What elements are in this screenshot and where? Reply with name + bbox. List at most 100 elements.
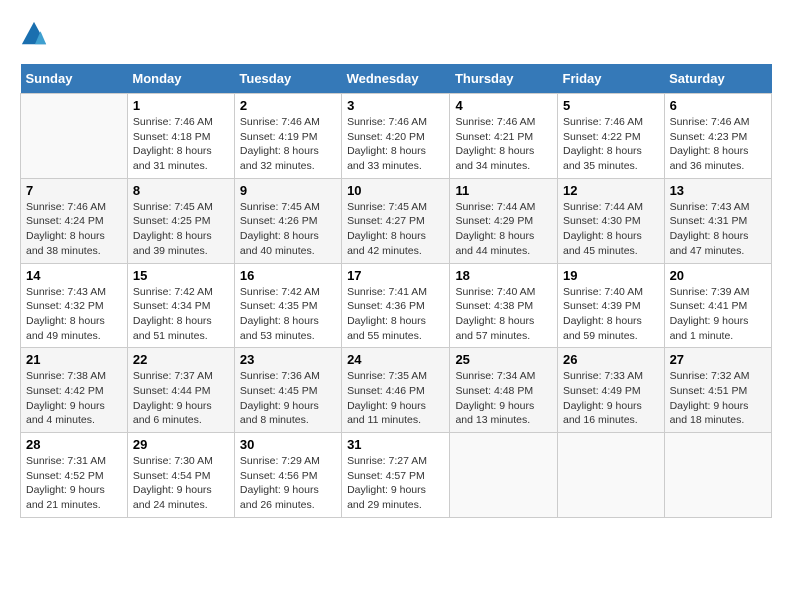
calendar-cell: 8 Sunrise: 7:45 AM Sunset: 4:25 PM Daylig… [127, 178, 234, 263]
calendar-cell: 3 Sunrise: 7:46 AM Sunset: 4:20 PM Daylig… [342, 94, 450, 179]
day-number: 26 [563, 352, 659, 367]
day-number: 1 [133, 98, 229, 113]
calendar-cell: 31Sunrise: 7:27 AM Sunset: 4:57 PM Dayli… [342, 433, 450, 518]
calendar-week-row: 14 Sunrise: 7:43 AM Sunset: 4:32 PM Dayli… [21, 263, 772, 348]
day-number: 3 [347, 98, 444, 113]
day-number: 5 [563, 98, 659, 113]
day-info: Sunrise: 7:31 AM Sunset: 4:52 PM Dayligh… [26, 454, 122, 513]
column-header-monday: Monday [127, 64, 234, 94]
day-number: 17 [347, 268, 444, 283]
calendar-cell: 23 Sunrise: 7:36 AM Sunset: 4:45 PM Dayli… [234, 348, 341, 433]
calendar-cell: 2 Sunrise: 7:46 AM Sunset: 4:19 PM Daylig… [234, 94, 341, 179]
day-info: Sunrise: 7:27 AM Sunset: 4:57 PM Dayligh… [347, 454, 444, 513]
day-number: 30 [240, 437, 336, 452]
day-number: 29 [133, 437, 229, 452]
calendar-cell: 27Sunrise: 7:32 AM Sunset: 4:51 PM Dayli… [664, 348, 771, 433]
day-info: Sunrise: 7:35 AM Sunset: 4:46 PM Dayligh… [347, 369, 444, 428]
calendar-cell [450, 433, 558, 518]
day-number: 18 [455, 268, 552, 283]
calendar-cell: 18 Sunrise: 7:40 AM Sunset: 4:38 PM Dayli… [450, 263, 558, 348]
day-info: Sunrise: 7:44 AM Sunset: 4:29 PM Dayligh… [455, 200, 552, 259]
day-number: 9 [240, 183, 336, 198]
calendar-cell: 21 Sunrise: 7:38 AM Sunset: 4:42 PM Dayli… [21, 348, 128, 433]
page-header [20, 20, 772, 48]
day-number: 14 [26, 268, 122, 283]
calendar-cell: 12 Sunrise: 7:44 AM Sunset: 4:30 PM Dayli… [558, 178, 665, 263]
day-number: 19 [563, 268, 659, 283]
day-info: Sunrise: 7:45 AM Sunset: 4:26 PM Dayligh… [240, 200, 336, 259]
day-info: Sunrise: 7:46 AM Sunset: 4:24 PM Dayligh… [26, 200, 122, 259]
day-info: Sunrise: 7:39 AM Sunset: 4:41 PM Dayligh… [670, 285, 766, 344]
day-number: 20 [670, 268, 766, 283]
day-number: 12 [563, 183, 659, 198]
calendar-cell: 17 Sunrise: 7:41 AM Sunset: 4:36 PM Dayli… [342, 263, 450, 348]
calendar-cell: 19 Sunrise: 7:40 AM Sunset: 4:39 PM Dayli… [558, 263, 665, 348]
calendar-cell [664, 433, 771, 518]
calendar-week-row: 7 Sunrise: 7:46 AM Sunset: 4:24 PM Daylig… [21, 178, 772, 263]
calendar-cell: 20 Sunrise: 7:39 AM Sunset: 4:41 PM Dayli… [664, 263, 771, 348]
day-number: 13 [670, 183, 766, 198]
logo-icon [20, 20, 48, 48]
calendar-cell: 29 Sunrise: 7:30 AM Sunset: 4:54 PM Dayli… [127, 433, 234, 518]
calendar-cell: 25 Sunrise: 7:34 AM Sunset: 4:48 PM Dayli… [450, 348, 558, 433]
calendar-week-row: 28Sunrise: 7:31 AM Sunset: 4:52 PM Dayli… [21, 433, 772, 518]
column-header-tuesday: Tuesday [234, 64, 341, 94]
day-number: 23 [240, 352, 336, 367]
day-number: 2 [240, 98, 336, 113]
day-info: Sunrise: 7:40 AM Sunset: 4:39 PM Dayligh… [563, 285, 659, 344]
day-info: Sunrise: 7:46 AM Sunset: 4:20 PM Dayligh… [347, 115, 444, 174]
day-info: Sunrise: 7:34 AM Sunset: 4:48 PM Dayligh… [455, 369, 552, 428]
calendar-cell: 14 Sunrise: 7:43 AM Sunset: 4:32 PM Dayli… [21, 263, 128, 348]
day-number: 25 [455, 352, 552, 367]
day-info: Sunrise: 7:46 AM Sunset: 4:19 PM Dayligh… [240, 115, 336, 174]
column-header-thursday: Thursday [450, 64, 558, 94]
calendar-week-row: 1 Sunrise: 7:46 AM Sunset: 4:18 PM Daylig… [21, 94, 772, 179]
day-number: 8 [133, 183, 229, 198]
calendar-header-row: SundayMondayTuesdayWednesdayThursdayFrid… [21, 64, 772, 94]
day-number: 11 [455, 183, 552, 198]
column-header-saturday: Saturday [664, 64, 771, 94]
column-header-friday: Friday [558, 64, 665, 94]
day-info: Sunrise: 7:43 AM Sunset: 4:32 PM Dayligh… [26, 285, 122, 344]
day-number: 16 [240, 268, 336, 283]
day-number: 15 [133, 268, 229, 283]
day-info: Sunrise: 7:44 AM Sunset: 4:30 PM Dayligh… [563, 200, 659, 259]
column-header-wednesday: Wednesday [342, 64, 450, 94]
day-info: Sunrise: 7:37 AM Sunset: 4:44 PM Dayligh… [133, 369, 229, 428]
calendar-cell: 6Sunrise: 7:46 AM Sunset: 4:23 PM Daylig… [664, 94, 771, 179]
day-info: Sunrise: 7:41 AM Sunset: 4:36 PM Dayligh… [347, 285, 444, 344]
calendar-cell: 13Sunrise: 7:43 AM Sunset: 4:31 PM Dayli… [664, 178, 771, 263]
logo [20, 20, 52, 48]
day-info: Sunrise: 7:29 AM Sunset: 4:56 PM Dayligh… [240, 454, 336, 513]
calendar-cell [21, 94, 128, 179]
calendar-cell: 10Sunrise: 7:45 AM Sunset: 4:27 PM Dayli… [342, 178, 450, 263]
day-info: Sunrise: 7:30 AM Sunset: 4:54 PM Dayligh… [133, 454, 229, 513]
day-number: 24 [347, 352, 444, 367]
calendar-cell [558, 433, 665, 518]
calendar-cell: 1 Sunrise: 7:46 AM Sunset: 4:18 PM Daylig… [127, 94, 234, 179]
day-info: Sunrise: 7:46 AM Sunset: 4:23 PM Dayligh… [670, 115, 766, 174]
day-info: Sunrise: 7:46 AM Sunset: 4:21 PM Dayligh… [455, 115, 552, 174]
day-info: Sunrise: 7:36 AM Sunset: 4:45 PM Dayligh… [240, 369, 336, 428]
day-number: 4 [455, 98, 552, 113]
day-number: 10 [347, 183, 444, 198]
calendar-cell: 26 Sunrise: 7:33 AM Sunset: 4:49 PM Dayli… [558, 348, 665, 433]
day-info: Sunrise: 7:38 AM Sunset: 4:42 PM Dayligh… [26, 369, 122, 428]
day-info: Sunrise: 7:33 AM Sunset: 4:49 PM Dayligh… [563, 369, 659, 428]
day-number: 7 [26, 183, 122, 198]
day-info: Sunrise: 7:45 AM Sunset: 4:25 PM Dayligh… [133, 200, 229, 259]
calendar-cell: 15 Sunrise: 7:42 AM Sunset: 4:34 PM Dayli… [127, 263, 234, 348]
calendar-cell: 22 Sunrise: 7:37 AM Sunset: 4:44 PM Dayli… [127, 348, 234, 433]
day-info: Sunrise: 7:42 AM Sunset: 4:35 PM Dayligh… [240, 285, 336, 344]
day-number: 21 [26, 352, 122, 367]
day-info: Sunrise: 7:42 AM Sunset: 4:34 PM Dayligh… [133, 285, 229, 344]
day-info: Sunrise: 7:40 AM Sunset: 4:38 PM Dayligh… [455, 285, 552, 344]
calendar-cell: 5 Sunrise: 7:46 AM Sunset: 4:22 PM Daylig… [558, 94, 665, 179]
calendar-cell: 16 Sunrise: 7:42 AM Sunset: 4:35 PM Dayli… [234, 263, 341, 348]
day-info: Sunrise: 7:46 AM Sunset: 4:22 PM Dayligh… [563, 115, 659, 174]
calendar-table: SundayMondayTuesdayWednesdayThursdayFrid… [20, 64, 772, 518]
day-info: Sunrise: 7:46 AM Sunset: 4:18 PM Dayligh… [133, 115, 229, 174]
day-number: 22 [133, 352, 229, 367]
day-info: Sunrise: 7:32 AM Sunset: 4:51 PM Dayligh… [670, 369, 766, 428]
column-header-sunday: Sunday [21, 64, 128, 94]
